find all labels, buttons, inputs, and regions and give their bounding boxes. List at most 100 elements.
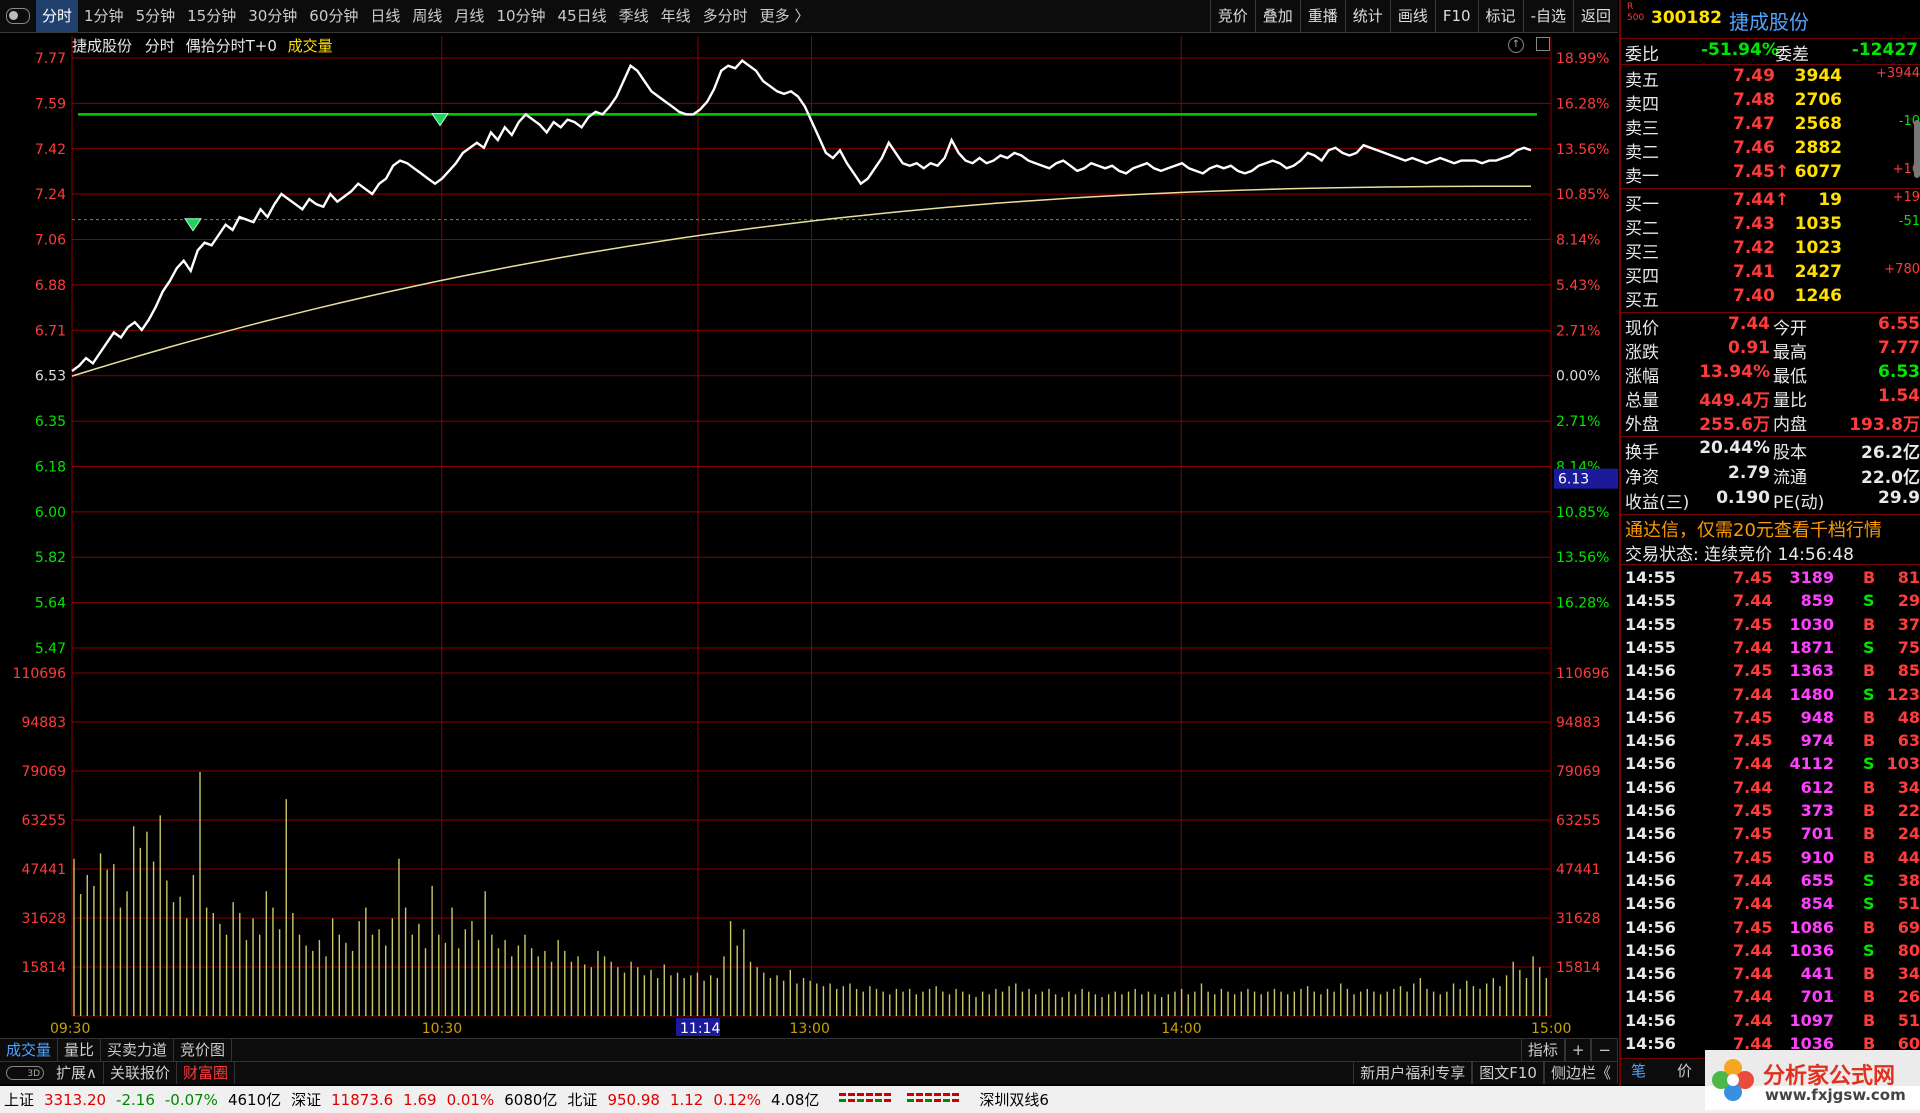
sz-index: 11873.6 xyxy=(331,1090,394,1109)
tick-row: 14:56 7.44 701 B 26 xyxy=(1621,987,1920,1010)
ask-label: 卖三 xyxy=(1625,119,1659,139)
tick-time: 14:56 xyxy=(1625,801,1676,820)
period-tab[interactable]: 年线 xyxy=(655,0,697,32)
signal-diamond-icon[interactable] xyxy=(431,113,449,127)
period-tab[interactable]: 30分钟 xyxy=(242,0,303,32)
extension-action[interactable]: 图文F10 xyxy=(1472,1062,1544,1084)
sh-label[interactable]: 上证 xyxy=(4,1089,34,1110)
period-tab[interactable]: 月线 xyxy=(448,0,490,32)
bz-label[interactable]: 北证 xyxy=(567,1089,597,1110)
percent-tick-label: 18.99% xyxy=(1556,51,1609,67)
bid-volume: 1246 xyxy=(1794,286,1842,306)
volume-tick-label: 63255 xyxy=(21,813,66,829)
time-tick-label: 11:14 xyxy=(680,1021,720,1037)
period-tab[interactable]: 多分时 xyxy=(697,0,754,32)
tick-time: 14:56 xyxy=(1625,1010,1676,1030)
weibi-row: 委比 -51.94% 委差 -12427 xyxy=(1621,40,1920,65)
period-tab[interactable]: 15分钟 xyxy=(181,0,242,32)
toolbar-button[interactable]: 统计 xyxy=(1344,0,1390,32)
chart-expand-icon[interactable]: ↑ xyxy=(1508,37,1524,53)
period-tab[interactable]: 45日线 xyxy=(552,0,613,32)
ask-row[interactable]: 卖四 7.48 2706 xyxy=(1621,90,1920,115)
volume-tick-label: 110696 xyxy=(13,666,67,682)
tick-side: B xyxy=(1863,777,1876,797)
ask-row[interactable]: 卖五 7.49 3944 +3944 xyxy=(1621,66,1920,91)
period-tab[interactable]: 季线 xyxy=(613,0,655,32)
3d-toggle[interactable]: 3D xyxy=(6,1066,44,1080)
toggle-switch[interactable] xyxy=(6,8,30,24)
percent-tick-label: 2.71% xyxy=(1556,414,1600,430)
indicator-action[interactable]: − xyxy=(1591,1039,1618,1061)
indicator-action[interactable]: 指标 xyxy=(1520,1039,1565,1061)
divider xyxy=(1621,38,1920,39)
intraday-chart[interactable]: 7.77 7.59 7.42 7.24 7.06 6.88 6.71 6.53 6.35 6.18… xyxy=(0,33,1618,1045)
period-tab[interactable]: 周线 xyxy=(406,0,448,32)
indicator-tab[interactable]: 竞价图 xyxy=(174,1039,233,1061)
time-tick-label: 10:30 xyxy=(422,1021,462,1037)
period-tab[interactable]: 5分钟 xyxy=(130,0,182,32)
extension-tab[interactable]: 扩展∧ xyxy=(50,1062,104,1084)
bid-change: -51 xyxy=(1898,214,1920,229)
chart-window-icon[interactable] xyxy=(1536,37,1550,51)
tick-count: 80 xyxy=(1897,940,1920,960)
toolbar-button[interactable]: 标记 xyxy=(1477,0,1523,32)
market-bar xyxy=(934,1092,942,1096)
extension-action[interactable]: 新用户福利专享 xyxy=(1353,1062,1473,1084)
bid-row[interactable]: 买二 7.43 1035 -51 xyxy=(1621,214,1920,239)
toolbar-button[interactable]: 重播 xyxy=(1299,0,1345,32)
signal-diamond-icon[interactable] xyxy=(184,218,202,232)
tick-price: 7.44 xyxy=(1733,964,1773,984)
stat-value: 6.55 xyxy=(1878,314,1920,334)
toolbar-button[interactable]: 画线 xyxy=(1389,0,1435,32)
ask-row[interactable]: 卖二 7.46 2882 xyxy=(1621,138,1920,163)
toolbar-button[interactable]: 叠加 xyxy=(1254,0,1300,32)
promo-banner[interactable]: 通达信，仅需20元查看千档行情 xyxy=(1621,516,1920,541)
market-bar xyxy=(839,1092,847,1096)
price-tick-label: 5.82 xyxy=(35,550,66,566)
extension-action[interactable]: 侧边栏《 xyxy=(1543,1062,1618,1084)
tick-side: B xyxy=(1863,661,1876,681)
stat-row: 涨跌 0.91 最高 7.77 xyxy=(1621,338,1920,363)
tick-price: 7.44 xyxy=(1733,777,1773,797)
period-tab[interactable]: 更多 〉 xyxy=(754,0,816,32)
chart-svg[interactable]: 7.77 7.59 7.42 7.24 7.06 6.88 6.71 6.53 6.35 6.18… xyxy=(0,33,1618,1038)
indicator-action[interactable]: + xyxy=(1564,1039,1592,1061)
period-tab[interactable]: 10分钟 xyxy=(490,0,551,32)
bid-row[interactable]: 买五 7.40 1246 xyxy=(1621,286,1920,311)
toolbar-button[interactable]: -自选 xyxy=(1522,0,1573,32)
tick-row: 14:56 7.45 948 B 48 xyxy=(1621,708,1920,731)
indicator-tab[interactable]: 量比 xyxy=(58,1039,102,1061)
toolbar-button[interactable]: F10 xyxy=(1434,0,1478,32)
period-tab[interactable]: 1分钟 xyxy=(78,0,130,32)
period-tab[interactable]: 60分钟 xyxy=(303,0,364,32)
scrollbar[interactable] xyxy=(1914,120,1920,178)
market-bar xyxy=(952,1098,960,1102)
price-tick-label: 5.47 xyxy=(35,641,66,657)
bid-row[interactable]: 买一 7.44↑ 19 +19 xyxy=(1621,190,1920,215)
ask-row[interactable]: 卖一 7.45↑ 6077 +16 xyxy=(1621,162,1920,187)
indicator-tab[interactable]: 成交量 xyxy=(0,1039,59,1061)
stat-value: 13.94% xyxy=(1699,362,1770,382)
ask-price: 7.48 xyxy=(1733,90,1775,110)
divider xyxy=(1621,188,1920,189)
period-tab[interactable]: 日线 xyxy=(364,0,406,32)
period-tab[interactable]: 分时 xyxy=(36,0,79,32)
ask-row[interactable]: 卖三 7.47 2568 -10 xyxy=(1621,114,1920,139)
server-name[interactable]: 深圳双线6 xyxy=(979,1089,1049,1110)
extension-tab[interactable]: 财富圈 xyxy=(177,1062,236,1084)
toolbar-button[interactable]: 返回 xyxy=(1572,0,1618,32)
tick-count: 22 xyxy=(1897,801,1920,820)
extension-tab[interactable]: 关联报价 xyxy=(104,1062,177,1084)
stat-row: 涨幅 13.94% 最低 6.53 xyxy=(1621,362,1920,387)
market-bar xyxy=(839,1098,847,1102)
bid-row[interactable]: 买三 7.42 1023 xyxy=(1621,238,1920,263)
sz-label[interactable]: 深证 xyxy=(291,1089,321,1110)
average-price-line xyxy=(71,185,1531,377)
toolbar-button[interactable]: 竞价 xyxy=(1209,0,1255,32)
bid-label: 买三 xyxy=(1625,243,1659,263)
indicator-tab[interactable]: 买卖力道 xyxy=(101,1039,175,1061)
tick-price: 7.44 xyxy=(1733,870,1773,890)
ask-volume: 2568 xyxy=(1794,114,1842,134)
bid-row[interactable]: 买四 7.41 2427 +780 xyxy=(1621,262,1920,287)
market-bar xyxy=(884,1092,892,1096)
